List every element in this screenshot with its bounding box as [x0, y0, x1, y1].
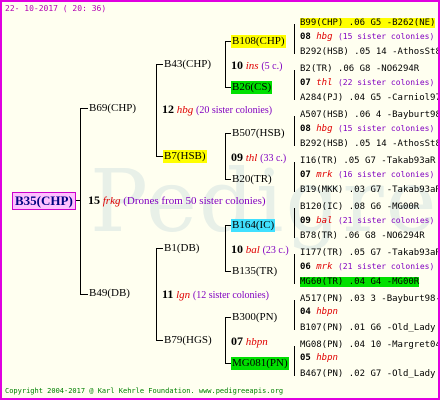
leaf-1-top[interactable]: B99(CHP) .06 G5 -B262(NE) — [300, 18, 436, 29]
gen2-a-note: (5 c.) — [261, 61, 283, 72]
copyright-footer: Copyright 2004-2017 @ Karl Kehrle Founda… — [5, 387, 284, 395]
leaf-7-code: hbpn — [316, 307, 338, 317]
leaf-1-top-label: B99(CHP) .06 G5 -B262(NE) — [300, 18, 436, 28]
gen2-d-queen[interactable]: B79(HGS) — [163, 334, 213, 347]
leaf-1-note: (15 sister colonies) — [337, 32, 435, 41]
gen1-bottom-queen[interactable]: B49(DB) — [88, 287, 131, 300]
root-drone-info: 15 frkg (Drones from 50 sister colonies) — [88, 193, 266, 208]
gen3-queen-4[interactable]: B20(TR) — [231, 173, 273, 186]
gen3-queen-3[interactable]: B507(HSB) — [231, 127, 286, 140]
leaf-4-mid: 07 mrk (16 sister colonies) — [300, 169, 434, 181]
gen2-b-code: thl — [245, 152, 258, 164]
leaf-6-bot-label: MG60(TR) .04 G4 -MG00R — [300, 277, 420, 287]
gen2-a-drone-info: 10 ins (5 c.) — [231, 58, 282, 73]
leaf-1-mid: 08 hbg (15 sister colonies) — [300, 31, 434, 43]
gen2-b-drone-info: 09 thl (33 c.) — [231, 150, 286, 165]
leaf-1-code: hbg — [316, 32, 333, 42]
root-gen: 15 — [88, 193, 100, 207]
leaf-5-bot[interactable]: B78(TR) .06 G8 -NO6294R — [300, 231, 425, 242]
gen2-d-code: hbpn — [245, 336, 268, 348]
gen2-b-queen[interactable]: B7(HSB) — [163, 150, 207, 163]
leaf-5-top[interactable]: B120(IC) .08 G6 -MG00R — [300, 202, 419, 213]
leaf-2-bot[interactable]: A284(PJ) .04 G5 -Carniol97Q — [300, 93, 438, 104]
leaf-2-code: thl — [316, 78, 333, 88]
gen3-queen-1[interactable]: B108(CHP) — [231, 35, 286, 48]
date-stamp: 22- 10-2017 ( 20: 36) — [5, 4, 107, 13]
gen1-top-gen: 12 — [162, 102, 174, 116]
leaf-5-note: (21 sister colonies) — [337, 216, 435, 225]
leaf-8-mid: 05 hbpn — [300, 353, 338, 364]
gen2-a-gen: 10 — [231, 58, 243, 72]
root-code: frkg — [102, 195, 121, 207]
gen1-top-drone-info: 12 hbg (20 sister colonies) — [162, 102, 272, 117]
leaf-8-num: 05 — [300, 353, 311, 363]
gen2-c-note: (23 c.) — [262, 245, 289, 256]
pedigree-chart: Pedigree 22- 10-2017 ( 20: 36) B35(CHP) … — [0, 0, 440, 400]
leaf-5-code: bal — [316, 216, 333, 226]
gen2-c-queen[interactable]: B1(DB) — [163, 242, 200, 255]
leaf-7-num: 04 — [300, 307, 311, 317]
leaf-3-num: 08 — [300, 124, 311, 134]
leaf-8-code: hbpn — [316, 353, 338, 363]
leaf-7-top[interactable]: A517(PN) .03 3 -Bayburt98-3 — [300, 294, 438, 305]
leaf-4-num: 07 — [300, 170, 311, 180]
leaf-3-code: hbg — [316, 124, 333, 134]
leaf-3-mid: 08 hbg (15 sister colonies) — [300, 123, 434, 135]
leaf-4-code: mrk — [316, 170, 333, 180]
leaf-3-bot[interactable]: B292(HSB) .05 14 -AthosSt80R — [300, 139, 438, 150]
leaf-3-top[interactable]: A507(HSB) .06 4 -Bayburt98-3 — [300, 110, 438, 121]
gen3-queen-5[interactable]: B164(IC) — [231, 219, 276, 232]
leaf-7-mid: 04 hbpn — [300, 307, 338, 318]
gen2-c-drone-info: 10 bal (23 c.) — [231, 242, 289, 257]
gen1-top-note: (20 sister colonies) — [196, 105, 273, 116]
gen3-queen-8[interactable]: MG081(PN) — [231, 357, 289, 370]
leaf-2-top[interactable]: B2(TR) .06 G8 -NO6294R — [300, 64, 419, 75]
gen2-b-note: (33 c.) — [260, 153, 287, 164]
leaf-5-mid: 09 bal (21 sister colonies) — [300, 215, 434, 227]
leaf-3-note: (15 sister colonies) — [337, 124, 435, 133]
gen2-c-code: bal — [245, 244, 260, 256]
gen1-bottom-code: lgn — [176, 289, 191, 301]
gen1-bottom-note: (12 sister colonies) — [192, 290, 269, 301]
leaf-6-bot[interactable]: MG60(TR) .04 G4 -MG00R — [300, 277, 420, 288]
root-queen[interactable]: B35(CHP) — [12, 192, 76, 210]
leaf-6-mid: 06 mrk (21 sister colonies) — [300, 261, 434, 273]
leaf-2-mid: 07 thl (22 sister colonies) — [300, 77, 434, 89]
leaf-2-note: (22 sister colonies) — [337, 78, 435, 87]
gen1-top-queen[interactable]: B69(CHP) — [88, 102, 137, 115]
gen2-a-code: ins — [245, 60, 259, 72]
leaf-4-bot[interactable]: B19(MKK) .03 G7 -Takab93aR — [300, 185, 438, 196]
leaf-8-bot[interactable]: B467(PN) .02 G7 -Old_Lady — [300, 369, 435, 380]
leaf-7-bot[interactable]: B107(PN) .01 G6 -Old_Lady — [300, 323, 435, 334]
leaf-8-top[interactable]: MG08(PN) .04 10 -Margret04R — [300, 340, 438, 351]
gen2-c-gen: 10 — [231, 242, 243, 256]
gen1-bottom-drone-info: 11 lgn (12 sister colonies) — [162, 287, 269, 302]
leaf-6-top[interactable]: I177(TR) .05 G7 -Takab93aR — [300, 248, 438, 259]
gen2-d-drone-info: 07 hbpn — [231, 334, 268, 349]
leaf-6-note: (21 sister colonies) — [337, 262, 435, 271]
gen2-d-gen: 07 — [231, 334, 243, 348]
leaf-4-top[interactable]: I16(TR) .05 G7 -Takab93aR — [300, 156, 435, 167]
gen3-queen-7[interactable]: B300(PN) — [231, 311, 278, 324]
gen1-bottom-gen: 11 — [162, 287, 174, 301]
leaf-6-num: 06 — [300, 262, 311, 272]
gen3-queen-6[interactable]: B135(TR) — [231, 265, 278, 278]
root-note: (Drones from 50 sister colonies) — [123, 195, 266, 207]
leaf-1-num: 08 — [300, 32, 311, 42]
leaf-6-code: mrk — [316, 262, 333, 272]
gen2-b-gen: 09 — [231, 150, 243, 164]
leaf-4-note: (16 sister colonies) — [337, 170, 435, 179]
gen2-a-queen[interactable]: B43(CHP) — [163, 58, 212, 71]
leaf-2-num: 07 — [300, 78, 311, 88]
gen1-top-code: hbg — [176, 104, 194, 116]
leaf-1-bot[interactable]: B292(HSB) .05 14 -AthosSt80R — [300, 47, 438, 58]
leaf-5-num: 09 — [300, 216, 311, 226]
gen3-queen-2[interactable]: B26(CS) — [231, 81, 273, 94]
